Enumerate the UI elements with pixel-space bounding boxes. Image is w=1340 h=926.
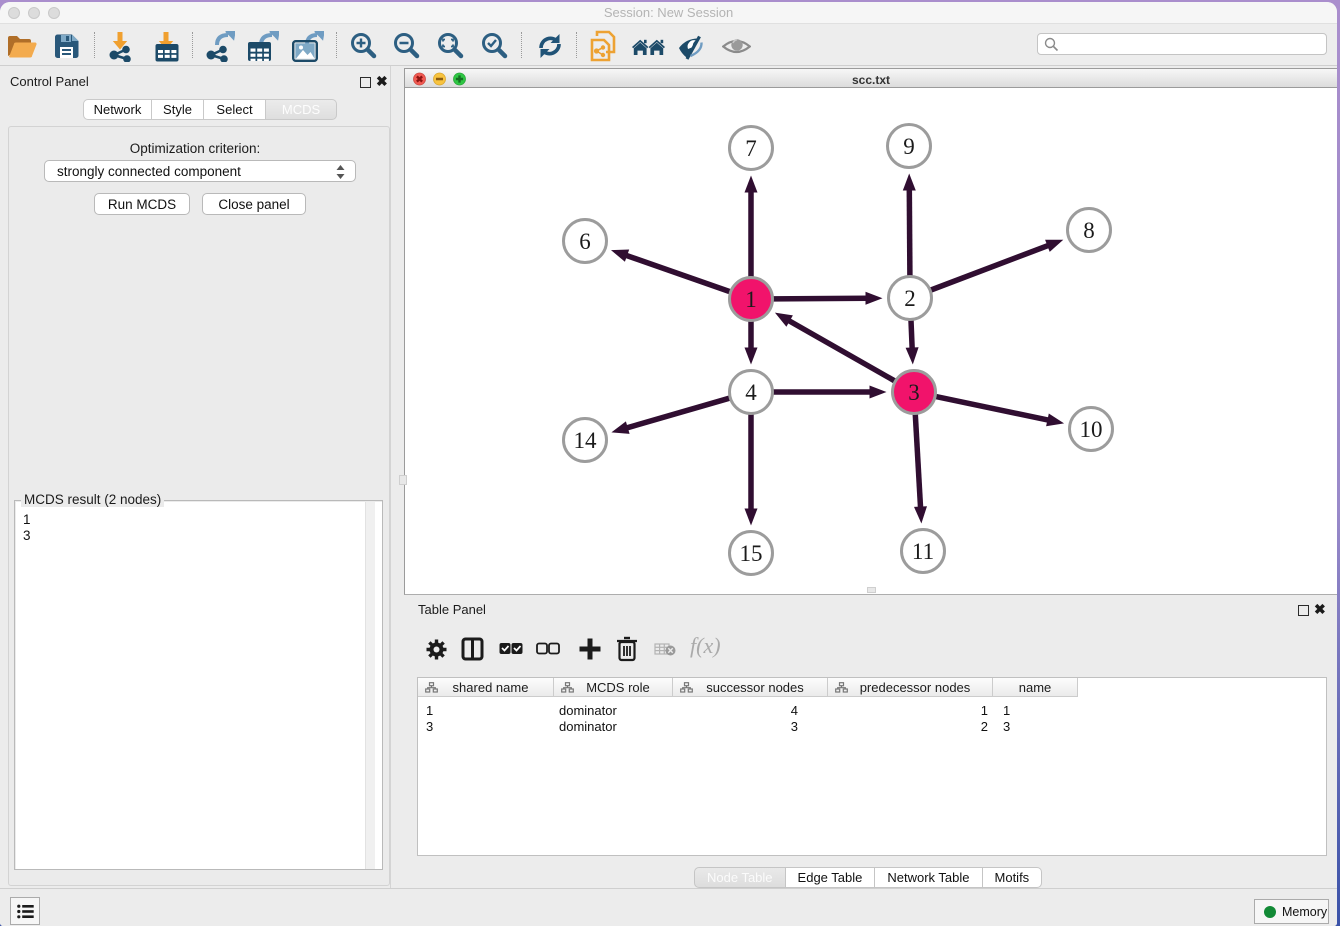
svg-text:9: 9 <box>903 134 915 159</box>
svg-text:6: 6 <box>579 229 591 254</box>
svg-text:2: 2 <box>904 286 916 311</box>
svg-text:8: 8 <box>1083 218 1095 243</box>
svg-text:7: 7 <box>745 136 757 161</box>
svg-text:3: 3 <box>908 380 920 405</box>
svg-text:11: 11 <box>912 539 934 564</box>
svg-text:1: 1 <box>745 287 757 312</box>
svg-text:14: 14 <box>574 428 598 453</box>
svg-text:4: 4 <box>745 380 757 405</box>
svg-text:15: 15 <box>740 541 763 566</box>
svg-text:10: 10 <box>1080 417 1103 442</box>
